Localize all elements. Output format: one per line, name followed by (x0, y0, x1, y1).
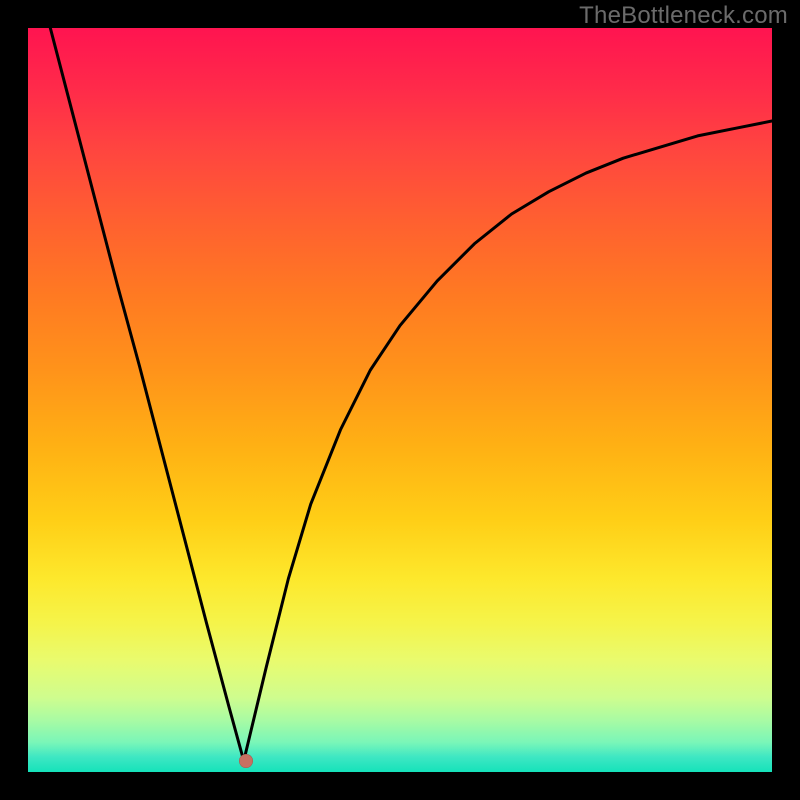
chart-frame: TheBottleneck.com (0, 0, 800, 800)
plot-area (28, 28, 772, 772)
bottleneck-marker-dot (239, 754, 253, 768)
watermark-text: TheBottleneck.com (579, 2, 788, 30)
bottleneck-curve (28, 28, 772, 772)
